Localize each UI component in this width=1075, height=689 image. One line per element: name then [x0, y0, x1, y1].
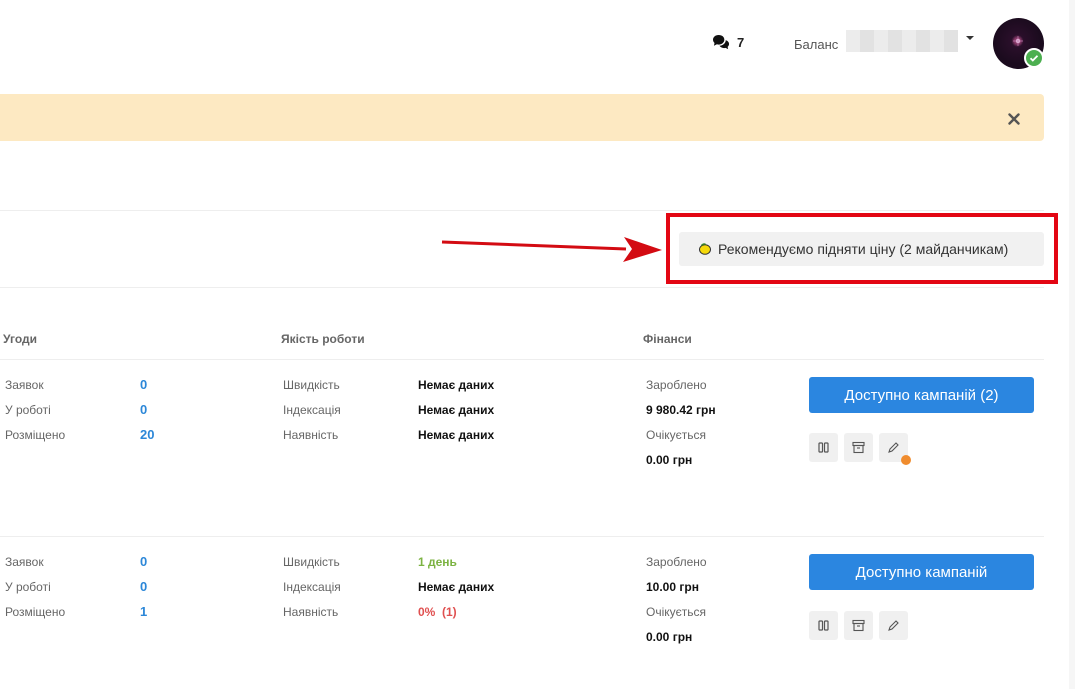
expected-value: 0.00 грн [646, 630, 693, 644]
earned-label: Зароблено [646, 555, 707, 569]
divider [0, 287, 1044, 288]
availability-value[interactable]: 0% (1) [418, 605, 457, 619]
indexing-value: Немає даних [418, 580, 495, 594]
avatar-star-icon [1013, 36, 1023, 46]
expected-label: Очікується [646, 605, 707, 619]
pencil-icon [888, 442, 899, 453]
pause-icon [818, 620, 829, 631]
notification-dot [901, 455, 911, 465]
speed-label: Швидкість [283, 378, 340, 392]
earned-value: 9 980.42 грн [646, 403, 716, 417]
divider [0, 359, 1044, 360]
applications-count[interactable]: 0 [140, 377, 147, 392]
pencil-icon [888, 620, 899, 631]
chat-bubbles-icon [713, 34, 730, 50]
indexing-label: Індексація [283, 403, 341, 417]
in-work-label: У роботі [5, 403, 51, 417]
earned-value: 10.00 грн [646, 580, 699, 594]
column-header-finance: Фінанси [643, 332, 692, 346]
column-header-quality: Якість роботи [281, 332, 365, 346]
applications-label: Заявок [5, 378, 44, 392]
edit-button[interactable] [879, 611, 908, 640]
pause-button[interactable] [809, 611, 838, 640]
speed-value: 1 день [418, 555, 457, 569]
alert-banner [0, 94, 1044, 141]
in-work-label: У роботі [5, 580, 51, 594]
availability-label: Наявність [283, 428, 339, 442]
placed-label: Розміщено [5, 605, 66, 619]
applications-count[interactable]: 0 [140, 554, 147, 569]
close-icon[interactable] [1006, 111, 1022, 127]
expected-value: 0.00 грн [646, 453, 693, 467]
divider [0, 210, 1044, 211]
verified-badge [1024, 48, 1044, 68]
divider [0, 536, 1044, 537]
available-campaigns-button[interactable]: Доступно кампаній (2) [809, 377, 1034, 413]
in-work-count[interactable]: 0 [140, 402, 147, 417]
expected-label: Очікується [646, 428, 707, 442]
placed-count[interactable]: 20 [140, 427, 154, 442]
archive-button[interactable] [844, 611, 873, 640]
placed-count[interactable]: 1 [140, 604, 147, 619]
indexing-value: Немає даних [418, 403, 495, 417]
scrollbar[interactable] [1069, 0, 1075, 689]
chevron-down-icon[interactable] [966, 36, 974, 40]
column-header-deals: Угоди [3, 332, 38, 346]
in-work-count[interactable]: 0 [140, 579, 147, 594]
balance-value-hidden [846, 30, 958, 52]
annotation-highlight-box [666, 213, 1058, 284]
annotation-arrow-icon [441, 237, 662, 262]
pause-button[interactable] [809, 433, 838, 462]
applications-label: Заявок [5, 555, 44, 569]
messages-count: 7 [737, 35, 745, 50]
availability-label: Наявність [283, 605, 339, 619]
checkmark-icon [1029, 55, 1039, 62]
top-bar: 7 Баланс [0, 0, 1075, 90]
placed-label: Розміщено [5, 428, 66, 442]
availability-value: Немає даних [418, 428, 495, 442]
indexing-label: Індексація [283, 580, 341, 594]
archive-button[interactable] [844, 433, 873, 462]
earned-label: Зароблено [646, 378, 707, 392]
speed-value: Немає даних [418, 378, 495, 392]
speed-label: Швидкість [283, 555, 340, 569]
balance-label: Баланс [794, 37, 839, 52]
archive-icon [852, 441, 865, 454]
pause-icon [818, 442, 829, 453]
archive-icon [852, 619, 865, 632]
available-campaigns-button[interactable]: Доступно кампаній [809, 554, 1034, 590]
messages-button[interactable]: 7 [712, 34, 744, 51]
